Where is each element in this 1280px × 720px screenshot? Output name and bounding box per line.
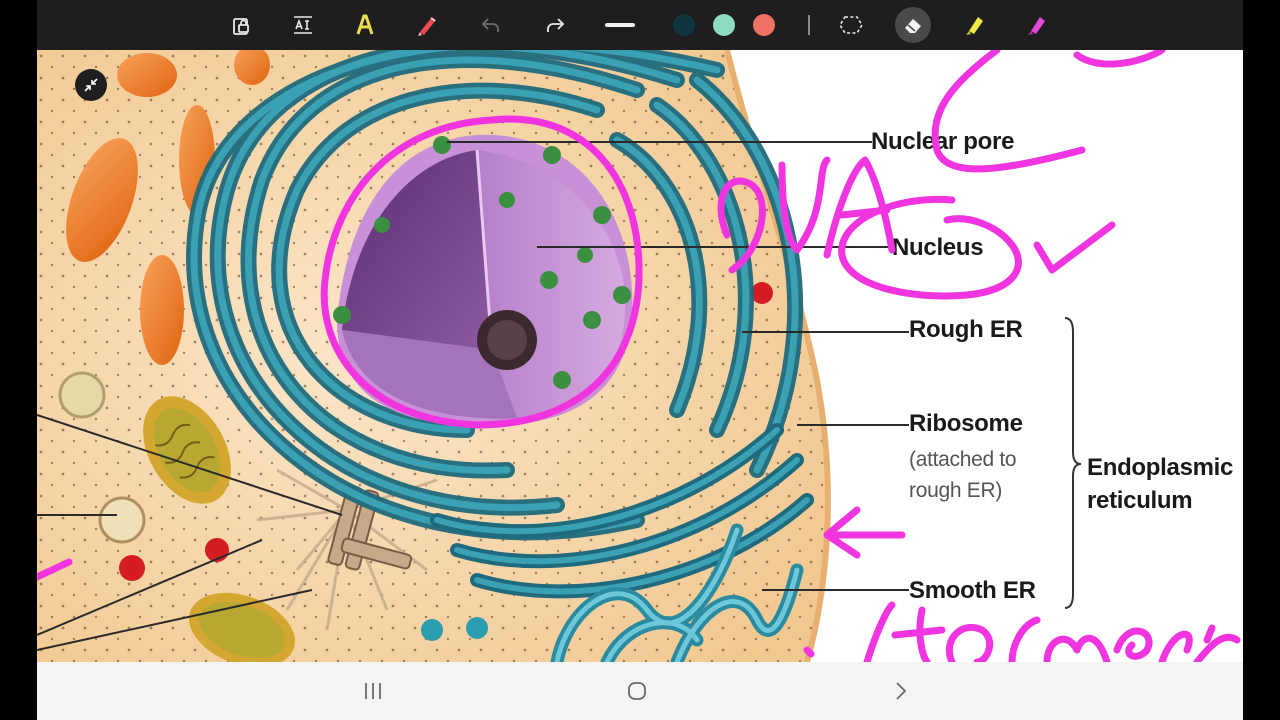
lock-icon[interactable] (224, 7, 260, 43)
ink-circle-nucleus (320, 115, 643, 429)
home-icon[interactable] (617, 676, 657, 706)
ink-curve-top (931, 50, 1086, 173)
recent-apps-icon[interactable] (353, 676, 393, 706)
collapse-arrows-icon (84, 78, 98, 92)
ink-checkmark (1033, 221, 1116, 274)
note-canvas[interactable]: Nuclear pore Nucleus Rough ER Ribosome (… (37, 50, 1243, 662)
undo-icon[interactable] (473, 7, 509, 43)
color-swatch-coral[interactable] (753, 14, 775, 36)
ink-arrow (823, 506, 906, 559)
ink-annotations (37, 50, 1241, 662)
collapse-view-button[interactable] (75, 69, 107, 101)
highlighter-yellow-icon[interactable] (957, 7, 993, 43)
highlighter-pink-icon[interactable] (1019, 7, 1055, 43)
ink-handwriting-bottom (803, 601, 1241, 662)
pen-icon[interactable] (409, 7, 445, 43)
ink-circle-nucleus-label (838, 195, 1022, 300)
system-navigation-bar (37, 662, 1243, 720)
text-tool-icon[interactable] (285, 7, 321, 43)
color-swatch-dark-teal[interactable] (673, 14, 695, 36)
toolbar-divider (808, 15, 810, 35)
color-swatch-mint[interactable] (713, 14, 735, 36)
ink-mark-left (37, 558, 73, 581)
back-icon[interactable] (881, 676, 921, 706)
ink-scribble-top-right (1073, 50, 1166, 68)
stroke-width-icon[interactable] (602, 7, 638, 43)
highlighter-text-icon[interactable] (347, 7, 383, 43)
lasso-icon[interactable] (833, 7, 869, 43)
redo-icon[interactable] (537, 7, 573, 43)
eraser-icon[interactable] (895, 7, 931, 43)
app-window: Nuclear pore Nucleus Rough ER Ribosome (… (37, 0, 1243, 720)
drawing-toolbar (37, 0, 1243, 50)
